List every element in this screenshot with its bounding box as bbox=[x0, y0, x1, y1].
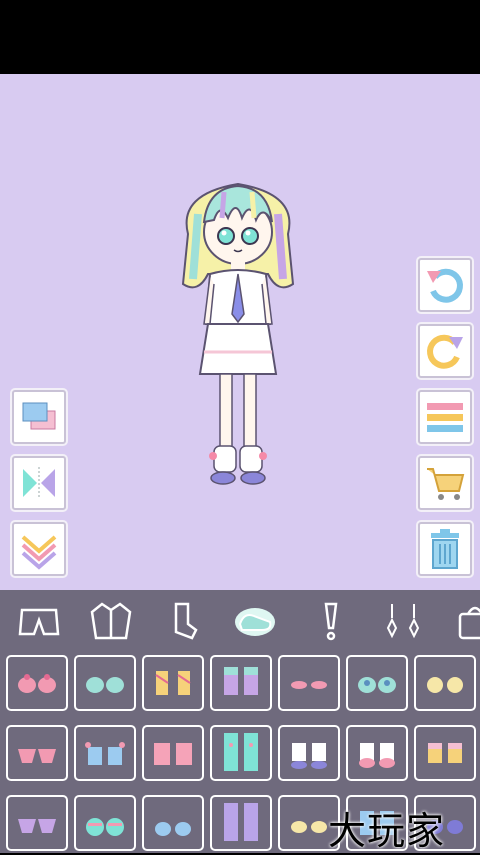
shoe-item-10[interactable] bbox=[142, 725, 204, 781]
earrings-icon bbox=[386, 604, 420, 639]
category-exclamation[interactable] bbox=[308, 598, 354, 644]
shoe-item-3[interactable] bbox=[142, 655, 204, 711]
shoe-pair-icon bbox=[224, 803, 258, 841]
move-down-button[interactable] bbox=[12, 522, 66, 576]
shoe-item-12[interactable] bbox=[278, 725, 340, 781]
shoe-item-15[interactable] bbox=[6, 795, 68, 851]
shoe-pair-icon bbox=[427, 677, 463, 693]
shop-cart-icon bbox=[427, 468, 465, 500]
shoe-pair-icon bbox=[291, 681, 327, 689]
shoe-item-13[interactable] bbox=[346, 725, 408, 781]
shoe-item-7[interactable] bbox=[414, 655, 476, 711]
shoe-item-1[interactable] bbox=[6, 655, 68, 711]
layer-icon bbox=[22, 402, 56, 430]
shop-button[interactable] bbox=[418, 456, 472, 510]
move-down-icon bbox=[21, 535, 57, 570]
shoe-pair-icon bbox=[358, 677, 396, 693]
category-shoes[interactable] bbox=[232, 598, 278, 644]
mirror-button[interactable] bbox=[12, 456, 66, 510]
shoe-item-5[interactable] bbox=[278, 655, 340, 711]
category-socks[interactable] bbox=[160, 598, 206, 644]
shoe-item-17[interactable] bbox=[142, 795, 204, 851]
socks-icon bbox=[174, 602, 198, 640]
shorts-icon bbox=[18, 608, 60, 636]
exclamation-icon bbox=[324, 602, 338, 641]
layer-button[interactable] bbox=[12, 390, 66, 444]
dressing-stage bbox=[0, 74, 480, 590]
watermark-text: 大玩家 bbox=[328, 809, 446, 853]
category-bag[interactable] bbox=[452, 598, 480, 644]
shoe-item-8[interactable] bbox=[6, 725, 68, 781]
shoe-pair-icon bbox=[86, 677, 124, 693]
shoe-pair-icon bbox=[86, 818, 124, 836]
shoe-pair-icon bbox=[154, 743, 192, 765]
redo-button[interactable] bbox=[418, 324, 472, 378]
undo-icon bbox=[427, 268, 463, 303]
shoe-pair-icon bbox=[291, 821, 327, 833]
menu-button[interactable] bbox=[418, 390, 472, 444]
shoe-item-14[interactable] bbox=[414, 725, 476, 781]
shoe-pair-icon bbox=[85, 742, 125, 765]
shoe-pair-icon bbox=[224, 733, 258, 771]
shoe-pair-icon bbox=[291, 743, 327, 769]
category-jacket[interactable] bbox=[88, 598, 134, 644]
shoe-pair-icon bbox=[155, 671, 191, 695]
shoe-item-6[interactable] bbox=[346, 655, 408, 711]
shoe-pair-icon bbox=[155, 822, 191, 836]
trash-button[interactable] bbox=[418, 522, 472, 576]
character-figure bbox=[181, 182, 295, 485]
category-shorts[interactable] bbox=[16, 598, 62, 644]
mirror-flip-icon bbox=[23, 467, 55, 499]
bag-icon bbox=[458, 606, 480, 640]
top-black-bar bbox=[0, 0, 480, 74]
shoe-item-16[interactable] bbox=[74, 795, 136, 851]
menu-icon bbox=[427, 403, 463, 432]
shoe-pair-icon bbox=[18, 819, 56, 833]
trash-icon bbox=[431, 529, 459, 569]
shoe-pair-icon bbox=[428, 743, 462, 763]
shoe-pair-icon bbox=[359, 743, 395, 768]
shoe-pair-icon bbox=[18, 674, 56, 693]
shoe-item-4[interactable] bbox=[210, 655, 272, 711]
shoe-item-9[interactable] bbox=[74, 725, 136, 781]
shoe-item-11[interactable] bbox=[210, 725, 272, 781]
undo-button[interactable] bbox=[418, 258, 472, 312]
shoe-item-18[interactable] bbox=[210, 795, 272, 851]
shoe-item-2[interactable] bbox=[74, 655, 136, 711]
shoe-pair-icon bbox=[18, 749, 56, 763]
shoe-pair-icon bbox=[224, 667, 258, 695]
jacket-icon bbox=[90, 602, 132, 640]
category-earrings[interactable] bbox=[380, 598, 426, 644]
redo-icon bbox=[427, 334, 463, 369]
shoes-icon bbox=[235, 608, 275, 636]
